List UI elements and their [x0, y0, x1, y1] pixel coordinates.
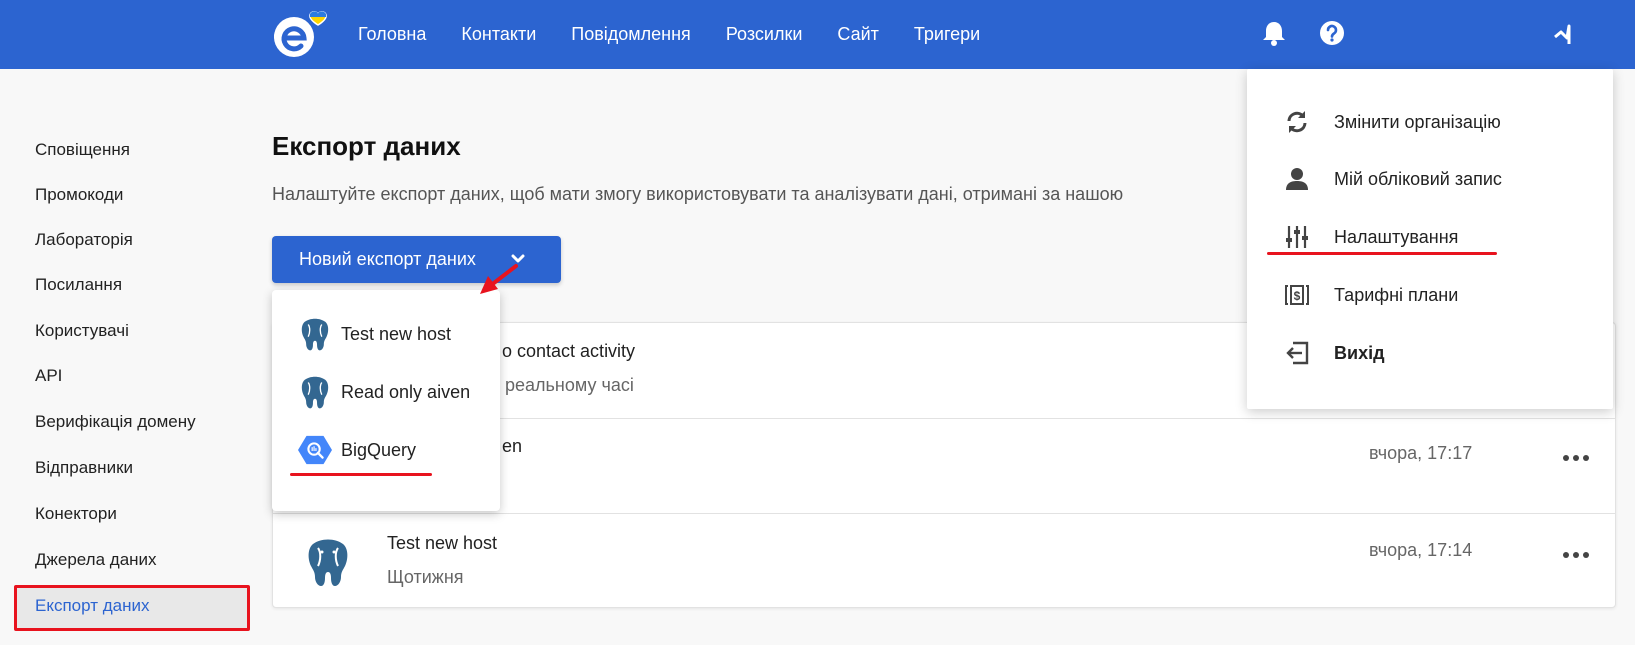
dropdown-item-label: BigQuery [341, 439, 417, 460]
nav-campaigns[interactable]: Розсилки [726, 24, 803, 45]
export-schedule: реальному часі [505, 375, 634, 395]
red-arrow-icon [480, 264, 518, 294]
dropdown-item-label: Read only aiven [341, 381, 471, 402]
highlight-underline [1267, 252, 1497, 255]
person-icon [1286, 168, 1308, 190]
sidebar-item-domain-verification[interactable]: Верифікація домену [35, 412, 196, 432]
top-navigation-bar: Головна Контакти Повідомлення Розсилки С… [0, 0, 1635, 69]
dropdown-item-read-only-aiven[interactable]: Read only aiven [298, 372, 470, 412]
sidebar-item-senders[interactable]: Відправники [35, 458, 133, 478]
user-menu-label: Налаштування [1334, 226, 1459, 247]
export-schedule: Щотижня [387, 567, 464, 587]
svg-text:$: $ [1294, 289, 1301, 303]
sidebar-item-connectors[interactable]: Конектори [35, 504, 117, 524]
nav-triggers[interactable]: Тригери [914, 24, 980, 45]
sync-icon [1287, 111, 1307, 133]
more-options-icon[interactable] [1561, 451, 1591, 465]
table-row[interactable]: Test new host Щотижня вчора, 17:14 [273, 514, 1615, 609]
sidebar-item-promocodes[interactable]: Промокоди [35, 185, 123, 205]
export-time: вчора, 17:17 [1369, 443, 1473, 463]
postgresql-icon [301, 376, 329, 409]
nav-contacts[interactable]: Контакти [461, 24, 536, 45]
postgresql-icon [301, 318, 329, 351]
user-menu-icon[interactable] [1552, 19, 1580, 47]
user-menu-label: Мій обліковий запис [1334, 168, 1502, 189]
logout-icon [1286, 341, 1309, 365]
sidebar-item-links[interactable]: Посилання [35, 275, 122, 295]
export-time: вчора, 17:14 [1369, 540, 1473, 560]
export-name: o contact activity [502, 341, 636, 361]
sidebar-item-users[interactable]: Користувачі [35, 321, 129, 341]
user-menu: Змінити організацію Мій обліковий запис … [1247, 69, 1613, 409]
esputnik-logo-icon[interactable] [272, 8, 340, 60]
dropdown-item-label: Test new host [341, 323, 452, 344]
sidebar-item-api[interactable]: API [35, 366, 62, 386]
main-nav: Головна Контакти Повідомлення Розсилки С… [358, 0, 980, 69]
dropdown-item-test-new-host[interactable]: Test new host [298, 314, 451, 354]
help-icon[interactable] [1318, 19, 1346, 47]
export-type-dropdown: Test new host Read only aiven BigQuery [272, 290, 500, 511]
highlight-underline [290, 473, 432, 476]
bell-icon[interactable] [1260, 19, 1288, 47]
sidebar-item-data-sources[interactable]: Джерела даних [35, 550, 157, 570]
sidebar-item-laboratory[interactable]: Лабораторія [35, 230, 133, 250]
nav-site[interactable]: Сайт [837, 24, 879, 45]
user-menu-label: Змінити організацію [1334, 111, 1501, 132]
export-name: Test new host [387, 533, 498, 553]
page-title: Експорт даних [272, 131, 461, 161]
postgresql-icon [308, 539, 348, 586]
sliders-icon [1286, 226, 1308, 248]
new-export-button-label: Новий експорт даних [299, 249, 476, 269]
user-menu-label: Вихід [1334, 342, 1385, 363]
sidebar-item-notifications[interactable]: Сповіщення [35, 140, 130, 160]
dropdown-item-bigquery[interactable]: BigQuery [298, 430, 416, 470]
user-menu-change-organization[interactable]: Змінити організацію [1284, 102, 1501, 142]
user-menu-label: Тарифні плани [1334, 284, 1459, 305]
export-name: en [502, 436, 523, 456]
nav-messages[interactable]: Повідомлення [571, 24, 691, 45]
nav-home[interactable]: Головна [358, 24, 426, 45]
more-options-icon[interactable] [1561, 548, 1591, 562]
pricing-icon: $ [1285, 285, 1309, 305]
user-menu-logout[interactable]: Вихід [1284, 333, 1385, 373]
bigquery-icon [298, 435, 332, 465]
user-menu-pricing-plans[interactable]: $ Тарифні плани [1284, 275, 1458, 315]
user-menu-settings[interactable]: Налаштування [1284, 217, 1458, 257]
user-menu-my-account[interactable]: Мій обліковий запис [1284, 159, 1502, 199]
highlight-box [14, 585, 250, 631]
page-description: Налаштуйте експорт даних, щоб мати змогу… [272, 184, 1124, 204]
